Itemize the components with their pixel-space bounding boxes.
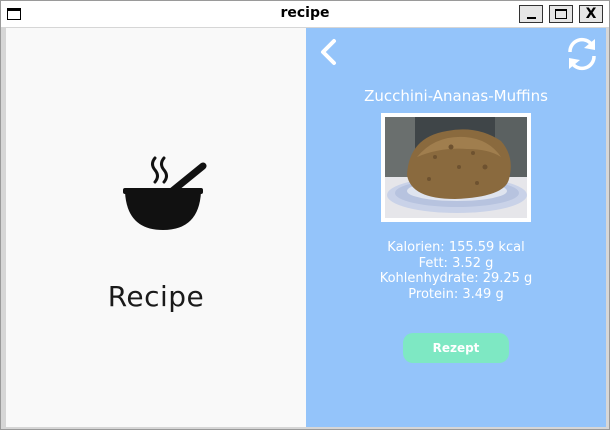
maximize-button[interactable] (549, 5, 573, 23)
chevron-left-icon[interactable] (318, 38, 338, 68)
minimize-button[interactable] (519, 5, 543, 23)
recipe-button[interactable]: Rezept (403, 333, 509, 363)
minimize-icon (526, 17, 536, 19)
nutrition-info: Kalorien: 155.59 kcal Fett: 3.52 g Kohle… (306, 240, 606, 302)
title-bar[interactable]: recipe X (1, 1, 609, 27)
muffin-photo (385, 117, 527, 218)
bowl-steam-icon (123, 156, 207, 230)
maximize-icon (555, 9, 567, 19)
logo-panel: Recipe (6, 28, 306, 427)
logo-text: Recipe (107, 280, 205, 313)
window-title: recipe (280, 5, 330, 21)
recipe-title: Zucchini-Ananas-Muffins (364, 87, 548, 105)
protein-text: Protein: 3.49 g (408, 286, 504, 302)
recipe-panel: Zucchini-Ananas-Muffins Kalorien: 155.59… (306, 28, 606, 427)
fat-text: Fett: 3.52 g (418, 255, 494, 271)
carbs-text: Kohlenhydrate: 29.25 g (379, 271, 533, 286)
close-button[interactable]: X (579, 5, 603, 23)
calories-text: Kalorien: 155.59 kcal (387, 240, 525, 255)
refresh-icon[interactable] (564, 36, 600, 72)
app-window: recipe X Recipe Zucchini-Ananas-Muffins … (0, 0, 610, 430)
recipe-image (381, 113, 531, 222)
close-icon: X (585, 6, 597, 22)
